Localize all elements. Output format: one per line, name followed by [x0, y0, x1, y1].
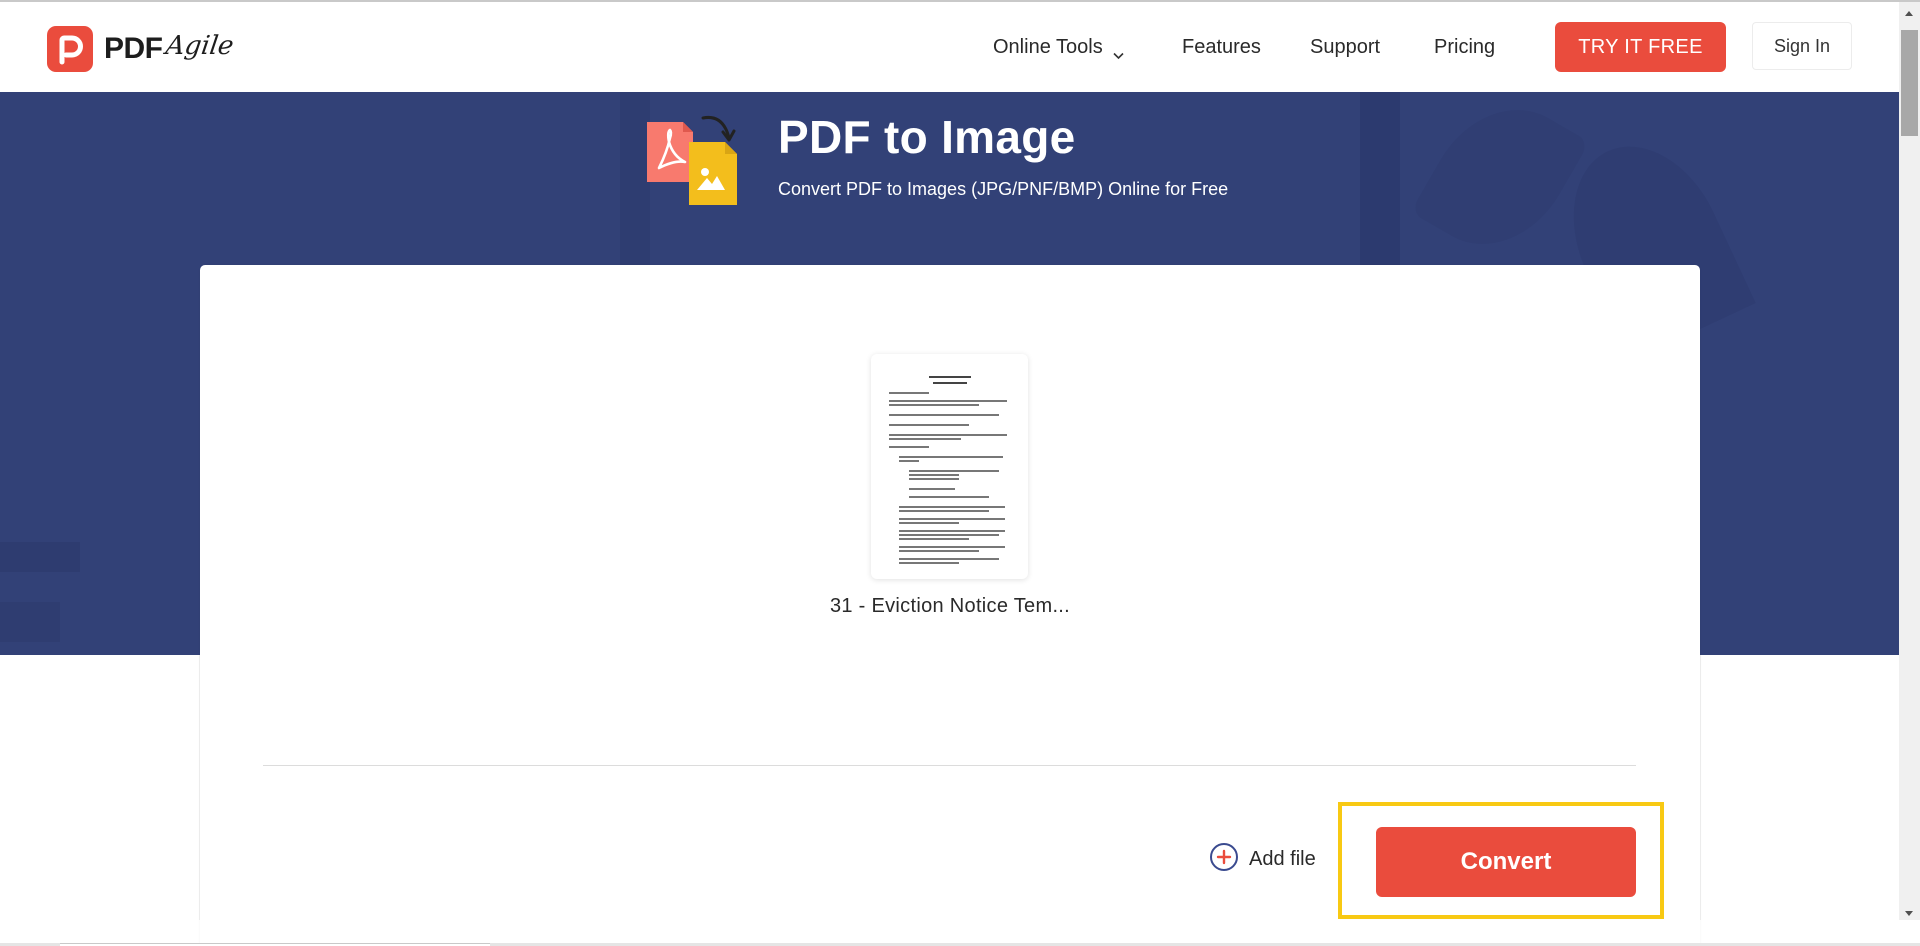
nav-online-tools-label: Online Tools: [993, 36, 1103, 58]
logo[interactable]: PDF Agile: [47, 26, 236, 72]
hero-background-decoration: [0, 542, 80, 572]
hero-background-decoration: [1360, 92, 1400, 267]
add-file-button[interactable]: Add file: [1209, 842, 1316, 877]
hero-background-decoration: [0, 602, 60, 642]
add-file-label: Add file: [1249, 848, 1316, 870]
sign-in-button[interactable]: Sign In: [1752, 22, 1852, 70]
vertical-scrollbar[interactable]: [1899, 2, 1920, 920]
scroll-down-arrow-icon[interactable]: [1905, 911, 1913, 916]
logo-brand-script: Agile: [163, 31, 236, 61]
divider: [263, 765, 1636, 766]
nav-features[interactable]: Features: [1182, 36, 1261, 59]
plant-leaf-decoration: [1410, 92, 1590, 272]
pdfagile-logo-icon: [47, 26, 93, 72]
nav-online-tools[interactable]: Online Tools: [993, 36, 1124, 59]
add-circle-icon: [1209, 842, 1239, 877]
nav-pricing[interactable]: Pricing: [1434, 36, 1495, 59]
site-header: PDF Agile Online Tools Features Support …: [0, 2, 1898, 92]
nav-support[interactable]: Support: [1310, 36, 1380, 59]
chevron-down-icon: [1113, 43, 1124, 59]
file-thumbnail-card[interactable]: [871, 354, 1028, 579]
scroll-up-arrow-icon[interactable]: [1905, 11, 1913, 16]
converter-panel: 31 - Eviction Notice Tem... Add file Con…: [200, 265, 1700, 946]
scrollbar-thumb[interactable]: [1901, 30, 1918, 136]
convert-button[interactable]: Convert: [1376, 827, 1636, 897]
try-it-free-button[interactable]: TRY IT FREE: [1555, 22, 1726, 72]
card-edge: [1700, 655, 1701, 920]
logo-brand-bold: PDF: [104, 32, 163, 65]
page-subtitle: Convert PDF to Images (JPG/PNF/BMP) Onli…: [778, 179, 1229, 199]
file-name: 31 - Eviction Notice Tem...: [829, 595, 1071, 617]
pdf-to-image-icon: [645, 110, 745, 205]
document-thumbnail: [885, 366, 1014, 566]
page-title: PDF to Image: [778, 111, 1076, 163]
